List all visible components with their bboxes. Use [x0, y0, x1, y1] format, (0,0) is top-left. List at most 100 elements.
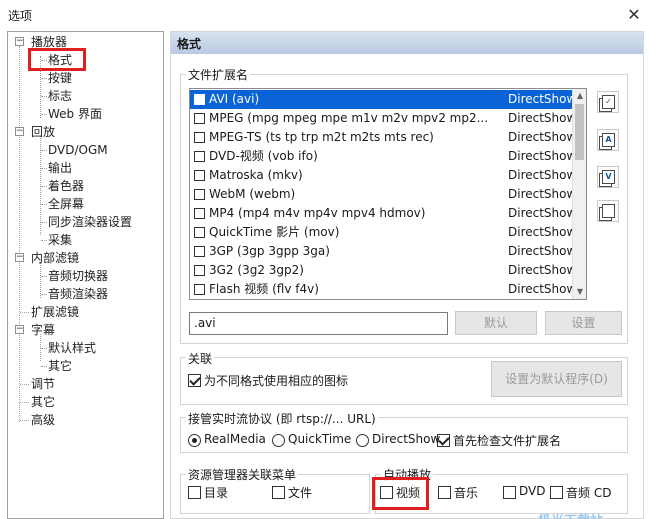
list-item-checkbox[interactable] — [194, 189, 205, 200]
list-item[interactable]: MPEG-TS (ts tp trp m2t m2ts mts rec) Dire… — [190, 128, 577, 147]
tree-item-22[interactable]: 高级 — [31, 411, 55, 429]
tree-collapse-icon[interactable]: − — [15, 253, 24, 262]
list-item-name: MPEG-TS (ts tp trp m2t m2ts mts rec) — [209, 130, 434, 144]
list-item[interactable]: Flash 视频 (flv f4v) DirectShow — [190, 280, 577, 299]
tree-item-7[interactable]: DVD/OGM — [48, 141, 108, 159]
explorer-menu-checkbox[interactable] — [188, 486, 201, 499]
close-button[interactable]: ✕ — [620, 2, 648, 28]
tree-item-18[interactable]: 默认样式 — [48, 339, 96, 357]
scroll-down-icon[interactable]: ▼ — [573, 285, 587, 299]
tree-connector — [41, 114, 47, 115]
association-group-label: 关联 — [186, 350, 215, 367]
check-extension-first-label: 首先检查文件扩展名 — [453, 434, 562, 448]
video-select-button[interactable]: V — [597, 166, 619, 188]
different-icons-checkbox[interactable] — [188, 374, 201, 387]
copy-pages-button[interactable] — [597, 200, 619, 222]
list-item[interactable]: WebM (webm) DirectShow — [190, 185, 576, 204]
list-item[interactable]: Ogg (ogm ogv) DirectShow — [190, 299, 573, 300]
list-item-checkbox[interactable] — [194, 227, 205, 238]
tree-item-14[interactable]: 音频切换器 — [48, 267, 108, 285]
autoplay-checkbox[interactable] — [550, 486, 563, 499]
list-item[interactable]: 3GP (3gp 3gpp 3ga) DirectShow — [190, 242, 577, 261]
autoplay-checkbox[interactable] — [503, 486, 516, 499]
extension-input[interactable]: .avi — [189, 312, 448, 335]
list-item-handler: DirectShow — [508, 299, 576, 300]
tree-connector — [41, 150, 47, 151]
list-item-checkbox[interactable] — [194, 284, 205, 295]
settings-button[interactable]: 设置 — [545, 311, 622, 335]
tree-item-10[interactable]: 全屏幕 — [48, 195, 84, 213]
rtsp-radio-label: RealMedia — [204, 432, 266, 446]
tree-item-6[interactable]: 回放 — [31, 123, 55, 141]
tree-item-8[interactable]: 输出 — [48, 159, 72, 177]
list-item-checkbox[interactable] — [194, 170, 205, 181]
tree-item-15[interactable]: 音频渲染器 — [48, 285, 108, 303]
list-item[interactable]: DVD-视频 (vob ifo) DirectShow — [190, 147, 576, 166]
audio-select-button[interactable]: A — [597, 129, 619, 151]
extension-list[interactable]: AVI (avi) DirectShow MPEG (mpg mpeg mpe m1… — [189, 88, 587, 300]
window-title: 选项 — [8, 9, 33, 23]
file-extension-group-label: 文件扩展名 — [186, 66, 251, 83]
rtsp-group-label: 接管实时流协议 (即 rtsp://... URL) — [186, 410, 378, 427]
list-item-name: Flash 视频 (flv f4v) — [209, 282, 319, 296]
list-item-handler: DirectShow — [508, 244, 577, 258]
list-item-checkbox[interactable] — [194, 132, 205, 143]
list-item-checkbox[interactable] — [194, 151, 205, 162]
set-default-program-button[interactable]: 设置为默认程序(D) — [491, 361, 622, 397]
tree-connector — [20, 384, 29, 385]
list-item-checkbox[interactable] — [194, 246, 205, 257]
panel-title: 格式 — [177, 37, 202, 51]
tree-item-19[interactable]: 其它 — [48, 357, 72, 375]
tree-item-2[interactable]: 格式 — [48, 51, 72, 69]
list-item-name: 3GP (3gp 3gpp 3ga) — [209, 244, 330, 258]
tree-item-1[interactable]: 播放器 — [31, 33, 67, 51]
explorer-menu-label: 目录 — [204, 486, 229, 500]
default-button[interactable]: 默认 — [455, 311, 537, 335]
panel-header — [171, 32, 643, 54]
list-item-name: Ogg (ogm ogv) — [209, 299, 299, 300]
list-item[interactable]: AVI (avi) DirectShow — [190, 90, 576, 109]
list-item[interactable]: 3G2 (3g2 3gp2) DirectShow — [190, 261, 576, 280]
tree-item-17[interactable]: 字幕 — [31, 321, 55, 339]
tree-item-12[interactable]: 采集 — [48, 231, 72, 249]
tree-item-16[interactable]: 扩展滤镜 — [31, 303, 79, 321]
rtsp-radio-directshow[interactable] — [356, 434, 369, 447]
tree-collapse-icon[interactable]: − — [15, 37, 24, 46]
list-item-checkbox[interactable] — [194, 265, 205, 276]
tree-item-20[interactable]: 调节 — [31, 375, 55, 393]
list-item-checkbox[interactable] — [194, 113, 205, 124]
list-item[interactable]: QuickTime 影片 (mov) DirectShow — [190, 223, 576, 242]
tree-item-13[interactable]: 内部滤镜 — [31, 249, 79, 267]
rtsp-radio-label: QuickTime — [288, 432, 352, 446]
tree-item-9[interactable]: 着色器 — [48, 177, 84, 195]
scroll-up-icon[interactable]: ▲ — [573, 89, 587, 103]
autoplay-label: 视频 — [396, 486, 421, 500]
tree-collapse-icon[interactable]: − — [15, 127, 24, 136]
explorer-menu-checkbox[interactable] — [272, 486, 285, 499]
tree-item-11[interactable]: 同步渲染器设置 — [48, 213, 132, 231]
list-item-handler: DirectShow — [508, 130, 577, 144]
check-all-icon: ✓ — [602, 95, 615, 109]
tree-collapse-icon[interactable]: − — [15, 325, 24, 334]
list-item[interactable]: MP4 (mp4 m4v mp4v mpv4 hdmov) DirectShow — [190, 204, 576, 223]
tree-connector — [41, 168, 47, 169]
list-item[interactable]: Matroska (mkv) DirectShow — [190, 166, 577, 185]
rtsp-radio-quicktime[interactable] — [272, 434, 285, 447]
tree-item-4[interactable]: 标志 — [48, 87, 72, 105]
list-item-handler: DirectShow — [508, 168, 577, 182]
rtsp-radio-realmedia[interactable] — [188, 434, 201, 447]
tree-item-21[interactable]: 其它 — [31, 393, 55, 411]
list-item-checkbox[interactable] — [194, 94, 205, 105]
check-all-button[interactable]: ✓ — [597, 91, 619, 113]
list-item-handler: DirectShow — [508, 282, 577, 296]
autoplay-checkbox[interactable] — [438, 486, 451, 499]
autoplay-checkbox[interactable] — [380, 486, 393, 499]
tree-connector — [20, 420, 29, 421]
tree-connector — [41, 96, 47, 97]
tree-item-3[interactable]: 按键 — [48, 69, 72, 87]
scrollbar-thumb[interactable] — [575, 104, 584, 160]
list-item[interactable]: MPEG (mpg mpeg mpe m1v m2v mpv2 mp2... Di… — [190, 109, 576, 128]
list-item-checkbox[interactable] — [194, 208, 205, 219]
tree-item-5[interactable]: Web 界面 — [48, 105, 102, 123]
tree-connector — [41, 366, 47, 367]
